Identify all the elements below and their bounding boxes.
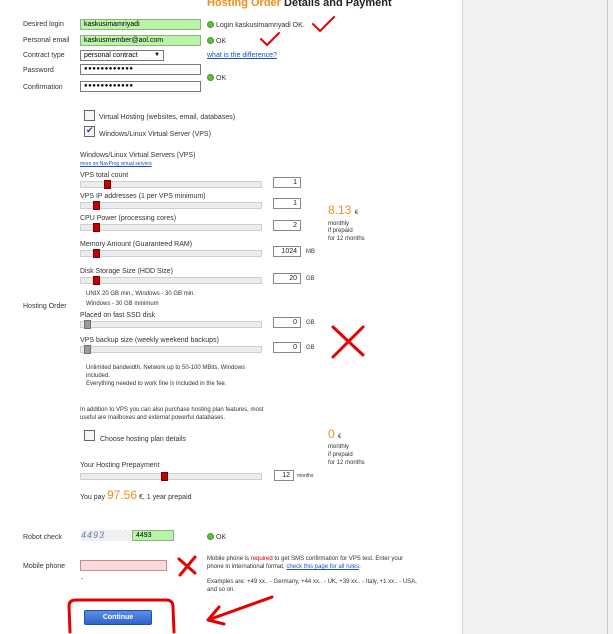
- mobile-note-2: phone in international format, check thi…: [207, 564, 361, 570]
- slider-thumb[interactable]: [104, 180, 111, 189]
- prepayment-label: Your Hosting Prepayment: [80, 462, 160, 469]
- slider-label: VPS backup size (weekly weekend backups): [80, 337, 219, 344]
- mobile-examples: Examples are: +49 xx.. - Germany, +44 xx…: [207, 579, 417, 585]
- slider-value-input[interactable]: 1: [273, 177, 301, 188]
- password-label: Password: [23, 67, 54, 74]
- slider-label: VPS total count: [80, 172, 129, 179]
- choose-details-label: Choose hosting plan details: [100, 436, 187, 443]
- virtual-hosting-label: Virtual Hosting (websites, email, databa…: [99, 114, 236, 121]
- ok-icon: [207, 74, 214, 81]
- prepayment-unit: months: [297, 473, 314, 479]
- window-edge: [607, 0, 608, 634]
- vps-price-prepaid: if prepaid: [328, 228, 353, 234]
- captcha-image: 4493: [81, 530, 131, 541]
- login-status: Login kaskusimamriyadi OK.: [207, 21, 305, 30]
- addon-price-prepaid: if prepaid: [328, 452, 353, 458]
- robot-check-status: OK: [207, 533, 226, 542]
- slider-track[interactable]: [80, 277, 262, 284]
- addon-note-2: useful are mailboxes and external powerf…: [80, 415, 226, 421]
- vps-more-link[interactable]: more on NavProg virtual servers: [80, 161, 152, 167]
- robot-check-input[interactable]: 4493: [132, 530, 174, 541]
- slider-label: Disk Storage Size (HDD Size): [80, 268, 173, 275]
- form-panel: [0, 0, 463, 634]
- addon-price: 0 €: [328, 427, 342, 441]
- vps-price-period: for 12 months: [328, 236, 365, 242]
- slider-track[interactable]: [80, 346, 262, 353]
- ok-icon: [207, 533, 214, 540]
- confirmation-label: Confirmation: [23, 84, 63, 91]
- chevron-down-icon: ▼: [154, 52, 160, 58]
- slider-thumb[interactable]: [93, 276, 100, 285]
- bandwidth-note-2: included.: [86, 373, 111, 379]
- vps-price: 8.13 €: [328, 203, 359, 217]
- ok-icon: [207, 37, 214, 44]
- mobile-dash: -: [81, 576, 84, 583]
- page-title: Hosting Order Details and Payment: [207, 0, 392, 9]
- contract-type-select[interactable]: personal contract ▼: [80, 50, 164, 61]
- disk-note-windows: Windows - 30 GB minimum: [86, 301, 159, 307]
- desired-login-input[interactable]: kaskusimamriyadi: [80, 19, 201, 30]
- vps-option-label: Windows/Linux Virtual Server (VPS): [99, 131, 211, 138]
- prepayment-input[interactable]: 12: [274, 470, 294, 481]
- slider-thumb[interactable]: [93, 201, 100, 210]
- slider-thumb[interactable]: [93, 249, 100, 258]
- slider-thumb[interactable]: [93, 223, 100, 232]
- robot-check-label: Robot check: [23, 534, 62, 541]
- phone-rules-link[interactable]: check this page for all rules: [286, 564, 359, 570]
- addon-price-period: for 12 months: [328, 460, 365, 466]
- password-input[interactable]: ●●●●●●●●●●●●: [80, 64, 201, 75]
- contract-type-label: Contract type: [23, 52, 65, 59]
- slider-track[interactable]: [80, 224, 262, 231]
- slider-label: Memory Amount (Guaranteed RAM): [80, 241, 193, 248]
- vps-checkbox[interactable]: [84, 125, 95, 137]
- slider-unit: MB: [306, 249, 315, 255]
- slider-unit: GB: [306, 345, 315, 351]
- slider-track[interactable]: [80, 250, 262, 257]
- slider-value-input[interactable]: 0: [273, 317, 301, 328]
- password-status: OK: [207, 74, 226, 83]
- disk-note: UNIX 20 GB min., Windows - 30 GB min.: [86, 291, 196, 297]
- prepayment-slider-track[interactable]: [80, 473, 262, 480]
- slider-label: CPU Power (processing cores): [80, 215, 177, 222]
- slider-value-input[interactable]: 0: [273, 342, 301, 353]
- personal-email-label: Personal email: [23, 37, 70, 44]
- confirmation-input[interactable]: ●●●●●●●●●●●●: [80, 81, 201, 92]
- total-payment: You pay 97.56 €, 1 year prepaid: [80, 488, 192, 502]
- slider-track[interactable]: [80, 321, 262, 328]
- mobile-phone-input[interactable]: [80, 560, 167, 571]
- mobile-examples-2: and so on.: [207, 587, 236, 593]
- slider-thumb[interactable]: [84, 320, 91, 329]
- slider-thumb[interactable]: [84, 345, 91, 354]
- contract-difference-link[interactable]: what is the difference?: [207, 52, 277, 59]
- vps-heading: Windows/Linux Virtual Servers (VPS): [80, 152, 196, 159]
- choose-details-checkbox[interactable]: [84, 430, 95, 441]
- personal-email-input[interactable]: kaskusmember@aol.com: [80, 35, 201, 46]
- mobile-note: Mobile phone is required to get SMS conf…: [207, 556, 404, 562]
- prepayment-slider-thumb[interactable]: [161, 472, 168, 481]
- bandwidth-note: Unlimited bandwidth. Network up to 50-10…: [86, 365, 246, 371]
- continue-button[interactable]: Continue: [84, 610, 152, 625]
- slider-value-input[interactable]: 2: [273, 220, 301, 231]
- slider-unit: GB: [306, 320, 315, 326]
- slider-label: Placed on fast SSD disk: [80, 312, 156, 319]
- addon-note: In addition to VPS you can also purchase…: [80, 407, 264, 413]
- virtual-hosting-checkbox[interactable]: [84, 110, 95, 121]
- email-status: OK: [207, 37, 226, 46]
- slider-track[interactable]: [80, 202, 262, 209]
- hosting-order-label: Hosting Order: [23, 303, 67, 310]
- vps-price-monthly: monthly: [328, 221, 350, 227]
- slider-value-input[interactable]: 1024: [273, 246, 301, 257]
- slider-unit: GB: [306, 276, 315, 282]
- mobile-phone-label: Mobile phone: [23, 563, 66, 570]
- ok-icon: [207, 21, 214, 28]
- slider-label: VPS IP addresses (1 per VPS minimum): [80, 193, 206, 200]
- slider-value-input[interactable]: 20: [273, 273, 301, 284]
- addon-price-monthly: monthly: [328, 444, 350, 450]
- bandwidth-note-3: Everything needed to work fine is includ…: [86, 381, 227, 387]
- desired-login-label: Desired login: [23, 21, 64, 28]
- slider-value-input[interactable]: 1: [273, 198, 301, 209]
